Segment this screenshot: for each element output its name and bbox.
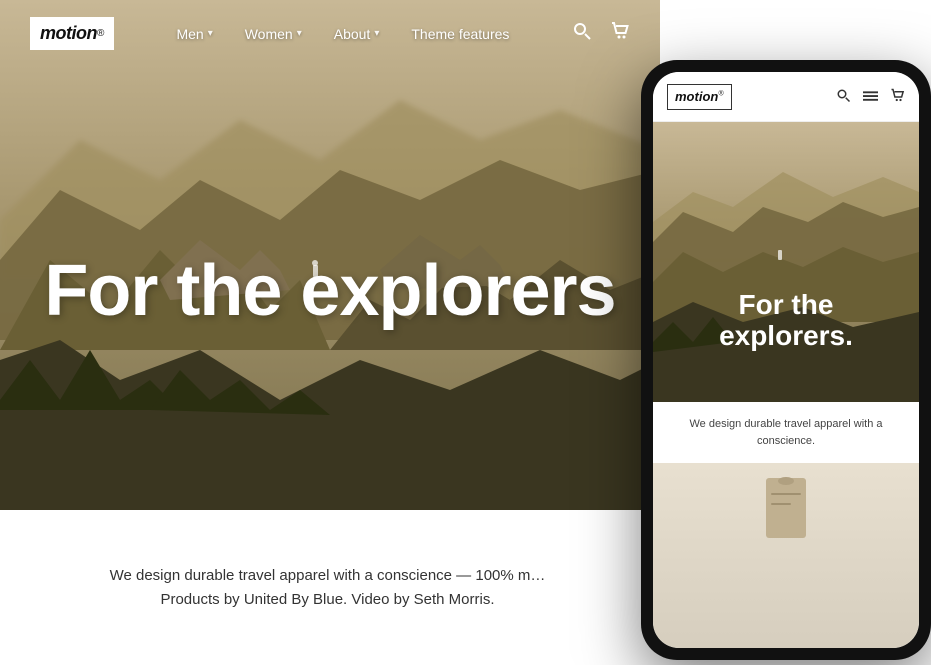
- product-image-placeholder: [756, 473, 816, 553]
- hero-title: For the explorers: [0, 254, 660, 330]
- description-section: We design durable travel apparel with a …: [0, 510, 655, 665]
- chevron-down-icon: ▾: [297, 28, 302, 39]
- phone-cart-button[interactable]: [890, 88, 905, 106]
- nav-label-about: About: [334, 26, 371, 42]
- phone-menu-button[interactable]: [863, 89, 878, 105]
- phone-logo-text: motion®: [675, 89, 724, 104]
- phone-outer-frame: motion®: [641, 60, 931, 660]
- nav-item-theme-features[interactable]: Theme features: [411, 26, 509, 42]
- header-actions: [572, 21, 630, 46]
- chevron-down-icon: ▾: [374, 28, 379, 39]
- nav-item-women[interactable]: Women ▾: [245, 26, 302, 42]
- phone-description: We design durable travel apparel with a …: [653, 402, 919, 463]
- logo-text: motion: [40, 23, 97, 44]
- logo[interactable]: motion®: [30, 17, 114, 50]
- site-header: motion® Men ▾ Women ▾ About ▾ Theme feat…: [0, 0, 660, 67]
- cart-button[interactable]: [610, 21, 630, 46]
- phone-hero-section: For theexplorers.: [653, 122, 919, 402]
- nav-item-about[interactable]: About ▾: [334, 26, 380, 42]
- hero-section: motion® Men ▾ Women ▾ About ▾ Theme feat…: [0, 0, 660, 510]
- phone-site-header: motion®: [653, 72, 919, 122]
- phone-logo[interactable]: motion®: [667, 84, 732, 110]
- phone-description-text: We design durable travel apparel with a …: [665, 416, 907, 449]
- nav-label-theme-features: Theme features: [411, 26, 509, 42]
- phone-screen: motion®: [653, 72, 919, 648]
- chevron-down-icon: ▾: [208, 28, 213, 39]
- phone-product-area: [653, 463, 919, 648]
- phone-mockup: motion®: [641, 60, 931, 660]
- nav-label-men: Men: [176, 26, 203, 42]
- search-button[interactable]: [572, 21, 592, 46]
- phone-hero-title: For theexplorers.: [653, 290, 919, 352]
- main-nav: Men ▾ Women ▾ About ▾ Theme features: [176, 26, 509, 42]
- description-text: We design durable travel apparel with a …: [110, 564, 546, 612]
- phone-search-button[interactable]: [836, 88, 851, 106]
- phone-header-icons: [836, 88, 905, 106]
- nav-label-women: Women: [245, 26, 293, 42]
- nav-item-men[interactable]: Men ▾: [176, 26, 212, 42]
- logo-trademark: ®: [97, 28, 104, 39]
